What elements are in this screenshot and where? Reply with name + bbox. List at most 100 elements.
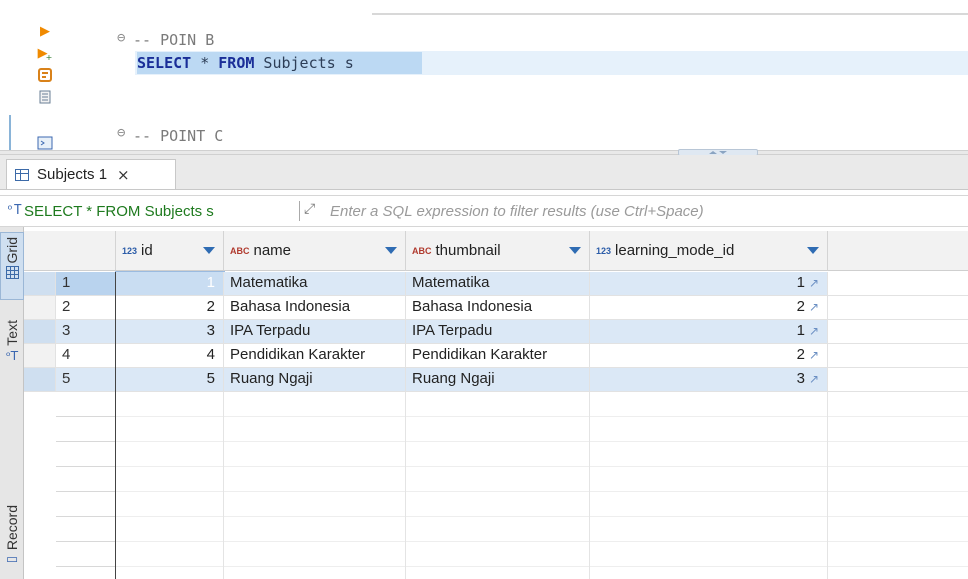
column-header-label: thumbnail (435, 242, 501, 259)
table-cell-id[interactable]: 3 (116, 320, 224, 344)
cell-value: 5 (62, 370, 71, 387)
cell-value: Matematika (412, 274, 490, 291)
string-type-icon: ABC (230, 245, 250, 256)
fold-toggle-icon[interactable]: ⊖ (117, 30, 125, 46)
cell-value: 2 (62, 298, 71, 315)
expand-icon[interactable]: ⤢ (304, 201, 315, 217)
table-cell-learning-mode-id[interactable]: 1 ↗ (590, 272, 828, 296)
tab-record-label: Record (4, 505, 20, 551)
row-filler (828, 320, 968, 344)
empty-row-number-cell (56, 417, 116, 442)
table-cell-name[interactable]: IPA Terpadu (224, 320, 406, 344)
sql-text-icon: ᵒT (6, 203, 22, 218)
empty-row-number-cell (56, 442, 116, 467)
tab-record[interactable]: Record ▭ (0, 505, 24, 579)
table-cell-name[interactable]: Ruang Ngaji (224, 368, 406, 392)
grid-column-line (115, 392, 116, 579)
table-cell-id[interactable]: 2 (116, 296, 224, 320)
table-cell-id[interactable]: 4 (116, 344, 224, 368)
tab-grid[interactable]: Grid (0, 232, 24, 300)
table-cell-learning-mode-id[interactable]: 3 ↗ (590, 368, 828, 392)
empty-row-number-cell (56, 392, 116, 417)
table-cell-learning-mode-id[interactable]: 2 ↗ (590, 296, 828, 320)
cell-value: Pendidikan Karakter (412, 346, 548, 363)
table-cell-thumbnail[interactable]: IPA Terpadu (406, 320, 590, 344)
row-gutter (24, 320, 56, 344)
sql-star: * (191, 54, 219, 72)
column-header-name[interactable]: ABC name (224, 231, 406, 271)
grid-column-line (827, 392, 828, 579)
row-number-header (56, 231, 116, 271)
table-cell-name[interactable]: Matematika (224, 272, 406, 296)
table-cell-thumbnail[interactable]: Ruang Ngaji (406, 368, 590, 392)
table-icon (15, 168, 29, 181)
column-header-thumbnail[interactable]: ABC thumbnail (406, 231, 590, 271)
tab-text[interactable]: Text ᵒT (0, 320, 24, 382)
cell-value: 3 (796, 370, 805, 387)
column-header-label: id (141, 242, 153, 259)
table-cell-name[interactable]: Pendidikan Karakter (224, 344, 406, 368)
row-gutter (24, 296, 56, 320)
empty-row (116, 467, 968, 492)
execute-statement-icon[interactable]: ▶ (36, 22, 54, 40)
table-cell-learning-mode-id[interactable]: 2 ↗ (590, 344, 828, 368)
row-number-cell[interactable]: 5 (56, 368, 116, 392)
row-filler (828, 368, 968, 392)
foreign-key-link-icon[interactable]: ↗ (809, 372, 819, 386)
sql-query-line[interactable]: SELECT * FROM Subjects s (137, 54, 354, 72)
table-cell-learning-mode-id[interactable]: 1 ↗ (590, 320, 828, 344)
row-number-cell[interactable]: 4 (56, 344, 116, 368)
gutter-marker (9, 115, 11, 150)
sql-table-name: Subjects s (254, 54, 354, 72)
cell-value: 1 (62, 274, 71, 291)
load-script-icon[interactable] (36, 88, 54, 106)
empty-row (116, 417, 968, 442)
table-cell-name[interactable]: Bahasa Indonesia (224, 296, 406, 320)
foreign-key-link-icon[interactable]: ↗ (809, 300, 819, 314)
cell-value: Bahasa Indonesia (412, 298, 533, 315)
grid-column-line (405, 392, 406, 579)
cell-value: Pendidikan Karakter (230, 346, 366, 363)
row-number-cell[interactable]: 2 (56, 296, 116, 320)
cell-value: IPA Terpadu (412, 322, 493, 339)
row-number-cell[interactable]: 1 (56, 272, 116, 296)
column-header-label: learning_mode_id (615, 242, 735, 259)
foreign-key-link-icon[interactable]: ↗ (809, 348, 819, 362)
table-cell-thumbnail[interactable]: Bahasa Indonesia (406, 296, 590, 320)
sort-dropdown-icon[interactable] (569, 247, 581, 254)
row-number-cell[interactable]: 3 (56, 320, 116, 344)
column-header-id[interactable]: 123 id (116, 231, 224, 271)
table-cell-thumbnail[interactable]: Pendidikan Karakter (406, 344, 590, 368)
fold-toggle-icon[interactable]: ⊖ (117, 125, 125, 141)
sort-dropdown-icon[interactable] (203, 247, 215, 254)
text-view-icon: ᵒT (5, 348, 19, 363)
numeric-type-icon: 123 (122, 245, 138, 256)
cell-value: 4 (206, 346, 215, 363)
sql-keyword-select: SELECT (137, 54, 192, 72)
empty-row (116, 542, 968, 567)
table-cell-id[interactable]: 1 (115, 271, 225, 297)
sort-dropdown-icon[interactable] (385, 247, 397, 254)
cell-value: 2 (796, 298, 805, 315)
table-cell-id[interactable]: 5 (116, 368, 224, 392)
filter-divider (299, 201, 300, 221)
cell-value: Ruang Ngaji (412, 370, 495, 387)
explain-plan-icon[interactable] (36, 66, 54, 84)
editor-top-divider (372, 13, 968, 15)
numeric-type-icon: 123 (596, 245, 612, 256)
empty-row-number-cell (56, 517, 116, 542)
string-type-icon: ABC (412, 245, 432, 256)
row-filler (828, 344, 968, 368)
foreign-key-link-icon[interactable]: ↗ (809, 276, 819, 290)
empty-row (116, 442, 968, 467)
close-icon[interactable]: × (117, 166, 130, 184)
foreign-key-link-icon[interactable]: ↗ (809, 324, 819, 338)
cell-value: Ruang Ngaji (230, 370, 313, 387)
execute-script-icon[interactable]: ▶ + (36, 44, 54, 62)
table-cell-thumbnail[interactable]: Matematika (406, 272, 590, 296)
sort-dropdown-icon[interactable] (807, 247, 819, 254)
grid-icon (5, 266, 19, 280)
filter-input[interactable] (330, 199, 960, 223)
column-header-learning-mode-id[interactable]: 123 learning_mode_id (590, 231, 828, 271)
tab-subjects-1[interactable]: Subjects 1 × (6, 159, 176, 189)
